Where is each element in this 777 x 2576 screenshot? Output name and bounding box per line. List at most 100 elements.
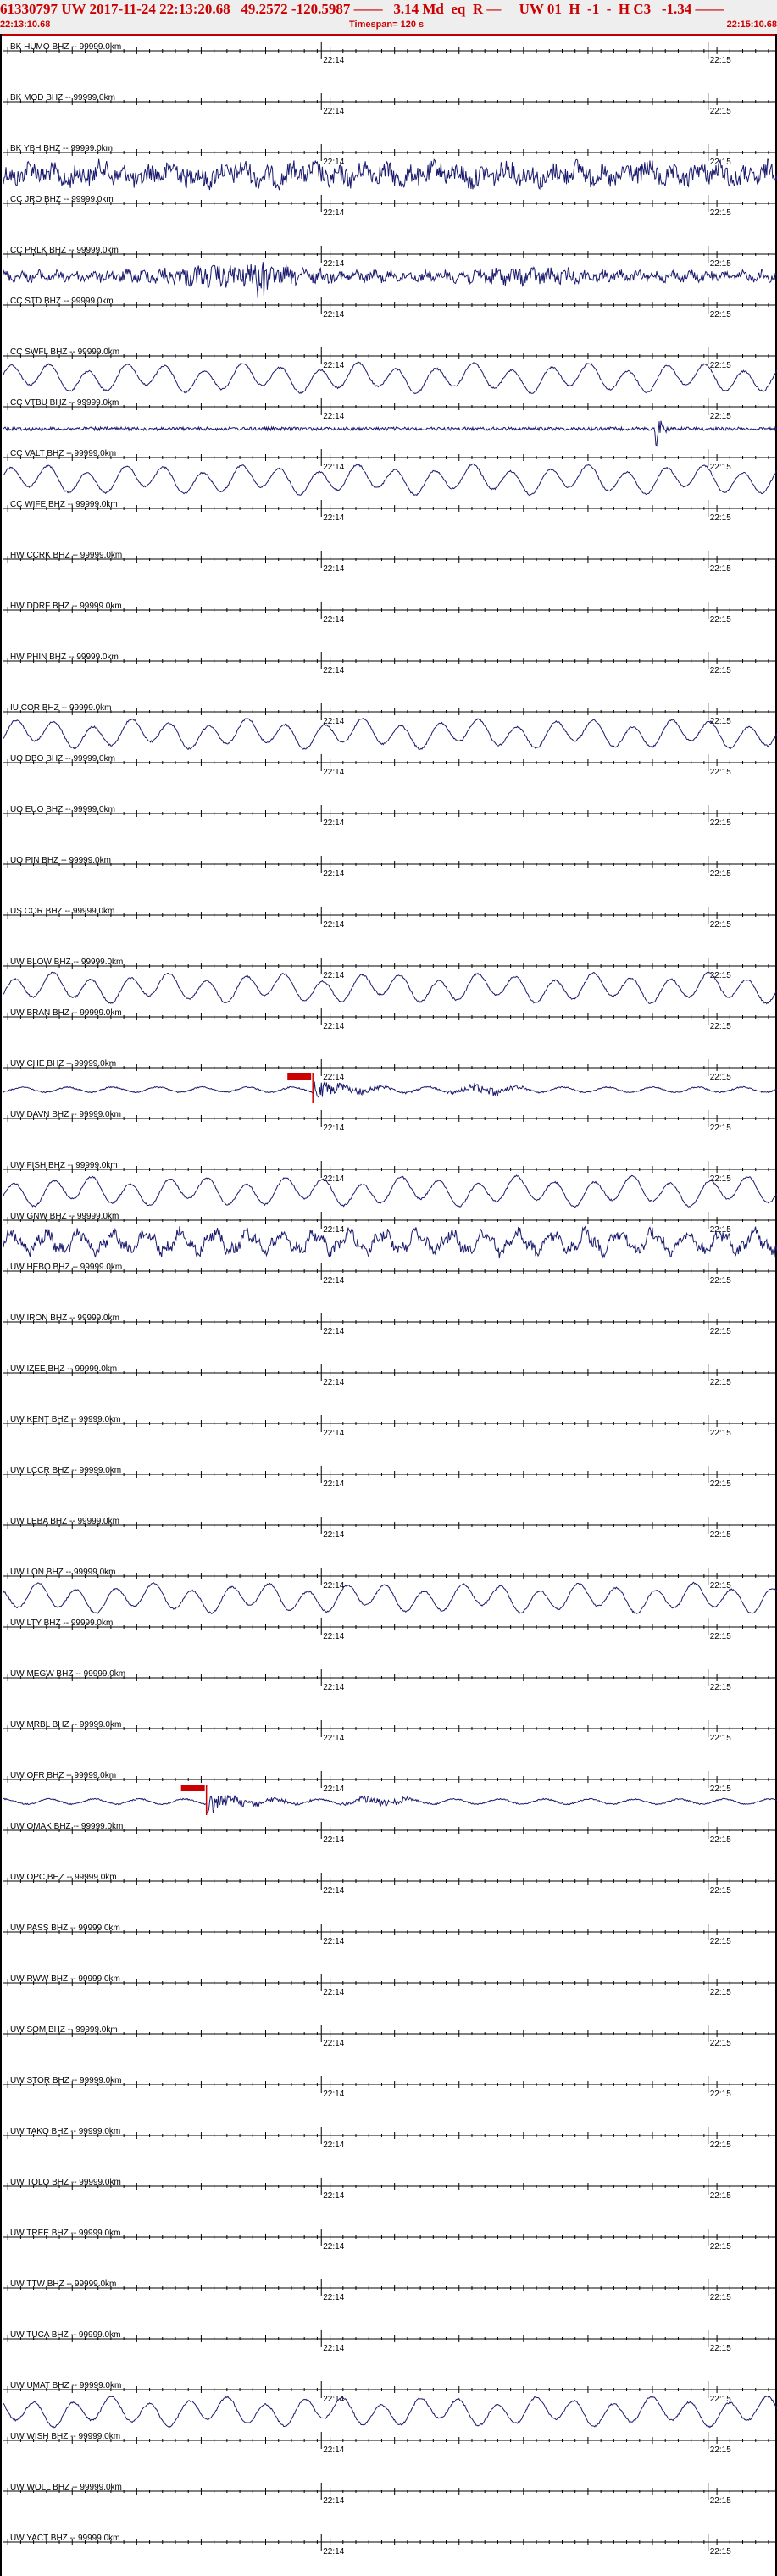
time-tick-label: 22:14 [323,1022,344,1031]
record-header: 61330797 UW 2017-11-24 22:13:20.68 49.25… [0,0,777,36]
waveform-trace [3,158,777,191]
waveform-trace [3,1081,777,1099]
time-tick-label: 22:15 [710,1276,731,1285]
time-tick-label: 22:15 [710,1835,731,1845]
timespan-label: Timespan= 120 s [349,19,425,30]
time-tick-label: 22:14 [323,2242,344,2251]
waveform-trace [3,2396,777,2429]
time-tick-label: 22:15 [710,2191,731,2201]
channel-row: 22:14 22:15 UW LCCR BHZ -- 99999.0km [3,1466,777,1489]
time-tick-label: 22:14 [323,1937,344,1946]
waveform-trace [3,1225,777,1259]
time-tick-label: 22:14 [323,1225,344,1235]
channel-label: BK YBH BHZ -- 99999.0km [10,144,113,153]
seismogram-plot: 22:14 22:15 BK HUMO BHZ -- 99999.0km 22:14 2… [0,34,777,2576]
time-tick-label: 22:14 [323,1785,344,1794]
time-tick-label: 22:14 [323,1581,344,1591]
channel-row: 22:14 22:15UW GNW BHZ -- 99999.0km [3,1212,777,1259]
channel-label: UW OMAK BHZ -- 99999.0km [10,1822,123,1831]
channel-row: 22:14 22:15 UW LEBA BHZ -- 99999.0km [3,1517,777,1540]
channel-row: 22:14 22:15 UO PIN BHZ -- 99999.0km [3,856,777,879]
channel-label: UW UMAT BHZ -- 99999.0km [10,2381,121,2390]
channel-row: 22:14 22:15 UW PASS BHZ -- 99999.0km [3,1924,777,1946]
channel-row: 22:14 22:15 UW WISH BHZ -- 99999.0km [3,2432,777,2455]
waveform-trace [3,1795,777,1814]
channel-row: 22:14 22:15 UW MEGW BHZ -- 99999.0km [3,1669,777,1692]
time-tick-label: 22:15 [710,2293,731,2302]
channel-label: UW YACT BHZ -- 99999.0km [10,2534,119,2543]
time-tick-label: 22:15 [710,310,731,319]
channel-row: 22:14 22:15 UO DBO BHZ -- 99999.0km [3,754,777,777]
time-tick-label: 22:15 [710,2039,731,2048]
time-tick-label: 22:15 [710,1937,731,1946]
time-tick-label: 22:15 [710,412,731,421]
time-tick-label: 22:14 [323,971,344,980]
channel-row: 22:14 22:15 UW OFR BHZ -- 99999.0km [3,1771,777,1815]
channel-label: UW TOLO BHZ -- 99999.0km [10,2178,121,2187]
time-tick-label: 22:14 [323,2191,344,2201]
time-tick-label: 22:15 [710,2242,731,2251]
time-tick-label: 22:15 [710,564,731,574]
time-tick-label: 22:15 [710,1581,731,1591]
time-tick-label: 22:14 [323,920,344,930]
time-tick-label: 22:15 [710,869,731,879]
channel-row: 22:14 22:15 CC PRLK BHZ -- 99999.0km [3,246,777,298]
time-tick-label: 22:14 [323,1480,344,1489]
waveform-trace [3,262,777,298]
channel-label: CC SWFL BHZ -- 99999.0km [10,347,119,357]
channel-label: UW TAKO BHZ -- 99999.0km [10,2127,120,2136]
channel-row: 22:14 22:15 BK HUMO BHZ -- 99999.0km [3,42,777,65]
phase-pick-flag [287,1073,312,1080]
channel-row: 22:14 22:15 HW CCRK BHZ -- 99999.0km [3,551,777,574]
time-tick-label: 22:15 [710,56,731,65]
time-tick-label: 22:14 [323,2039,344,2048]
channel-row: 22:14 22:15 BK MOD BHZ -- 99999.0km [3,93,777,116]
channel-label: UW IZEE BHZ -- 99999.0km [10,1364,117,1374]
time-tick-label: 22:14 [323,666,344,675]
channel-label: UO PIN BHZ -- 99999.0km [10,856,111,865]
channel-row: 22:14 22:15 UW RWW BHZ -- 99999.0km [3,1974,777,1997]
channel-row: 22:14 22:15UW FISH BHZ -- 99999.0km [3,1161,777,1208]
waveform-trace [3,420,777,447]
channel-label: UW RWW BHZ -- 99999.0km [10,1974,120,1984]
channel-row: 22:14 22:15 HW DDRF BHZ -- 99999.0km [3,602,777,625]
time-tick-label: 22:15 [710,208,731,218]
channel-row: 22:14 22:15 UW SQM BHZ -- 99999.0km [3,2025,777,2048]
channel-label: UW GNW BHZ -- 99999.0km [10,1212,119,1221]
waveform-trace [3,1581,777,1614]
channel-row: 22:14 22:15 UW YACT BHZ -- 99999.0km [3,2534,777,2557]
time-tick-label: 22:15 [710,717,731,726]
time-tick-label: 22:14 [323,2547,344,2557]
waveform-trace [3,971,777,1005]
time-tick-label: 22:14 [323,463,344,472]
time-tick-label: 22:14 [323,2090,344,2099]
channel-label: BK HUMO BHZ -- 99999.0km [10,42,121,52]
time-tick-label: 22:15 [710,2446,731,2455]
time-tick-label: 22:14 [323,1276,344,1285]
channel-label: UW LON BHZ -- 99999.0km [10,1568,115,1577]
channel-row: 22:14 22:15UW BLOW BHZ -- 99999.0km [3,958,777,1005]
time-tick-label: 22:15 [710,514,731,523]
time-tick-label: 22:14 [323,2446,344,2455]
channel-row: 22:14 22:15 CC JRO BHZ -- 99999.0km [3,195,777,218]
time-tick-label: 22:15 [710,920,731,930]
time-tick-label: 22:14 [323,2140,344,2150]
end-time-label: 22:15:10.68 [726,19,777,30]
time-tick-label: 22:15 [710,819,731,828]
seismogram-svg: 22:14 22:15BK HUMO BHZ -- 99999.0km22:14 2… [3,42,777,2557]
time-tick-label: 22:14 [323,1734,344,1743]
time-tick-label: 22:14 [323,56,344,65]
time-tick-label: 22:14 [323,1988,344,1997]
channel-row: 22:14 22:15 UW HEBO BHZ -- 99999.0km [3,1263,777,1285]
time-tick-label: 22:14 [323,208,344,218]
channel-label: UW TUCA BHZ -- 99999.0km [10,2330,120,2340]
time-tick-label: 22:14 [323,2496,344,2506]
waveform-trace [3,463,777,497]
channel-label: HW PHIN BHZ -- 99999.0km [10,652,119,662]
channel-row: 22:14 22:15 UW OMAK BHZ -- 99999.0km [3,1822,777,1845]
channel-row: 22:14 22:15IU COR BHZ -- 99999.0km [3,703,777,751]
channel-label: UW LCCR BHZ -- 99999.0km [10,1466,121,1475]
time-tick-label: 22:15 [710,1124,731,1133]
time-tick-label: 22:14 [323,1124,344,1133]
time-tick-label: 22:15 [710,1429,731,1438]
